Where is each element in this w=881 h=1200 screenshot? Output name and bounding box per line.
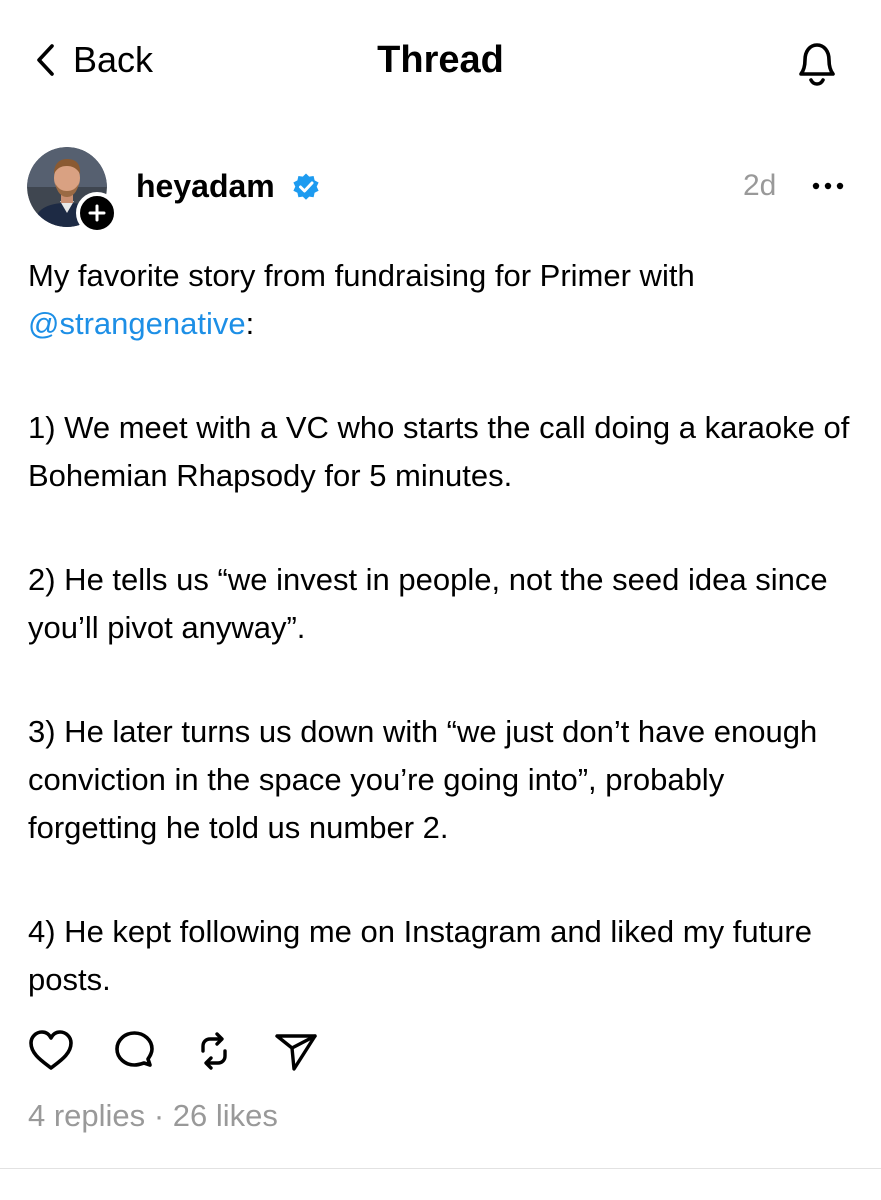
stats-separator: · bbox=[153, 1098, 165, 1133]
post-point-1: 1) We meet with a VC who starts the call… bbox=[28, 410, 850, 493]
top-bar: Back Thread bbox=[0, 0, 881, 120]
send-icon[interactable] bbox=[273, 1028, 319, 1074]
post-point-3: 3) He later turns us down with “we just … bbox=[28, 714, 818, 845]
likes-count[interactable]: 26 likes bbox=[173, 1098, 278, 1133]
repost-icon[interactable] bbox=[191, 1028, 237, 1074]
divider bbox=[0, 1168, 881, 1169]
comment-icon[interactable] bbox=[112, 1028, 158, 1074]
plus-icon bbox=[88, 204, 106, 222]
username[interactable]: heyadam bbox=[136, 167, 275, 205]
follow-button[interactable] bbox=[76, 192, 118, 234]
bell-icon[interactable] bbox=[792, 36, 842, 88]
mention-link[interactable]: @strangenative bbox=[28, 306, 246, 341]
replies-count[interactable]: 4 replies bbox=[28, 1098, 145, 1133]
post-timestamp: 2d bbox=[743, 169, 777, 202]
post-point-2: 2) He tells us “we invest in people, not… bbox=[28, 562, 828, 645]
post-intro: My favorite story from fundraising for P… bbox=[28, 252, 858, 348]
intro-text: My favorite story from fundraising for P… bbox=[28, 258, 695, 293]
post-body: My favorite story from fundraising for P… bbox=[28, 252, 858, 1004]
page-title: Thread bbox=[377, 39, 504, 81]
heart-icon[interactable] bbox=[28, 1028, 74, 1074]
verified-badge-icon bbox=[293, 173, 319, 200]
post-point-4: 4) He kept following me on Instagram and… bbox=[28, 914, 812, 997]
more-horizontal-icon[interactable] bbox=[810, 174, 846, 198]
intro-suffix: : bbox=[245, 306, 255, 341]
post-stats: 4 replies · 26 likes bbox=[28, 1096, 278, 1136]
